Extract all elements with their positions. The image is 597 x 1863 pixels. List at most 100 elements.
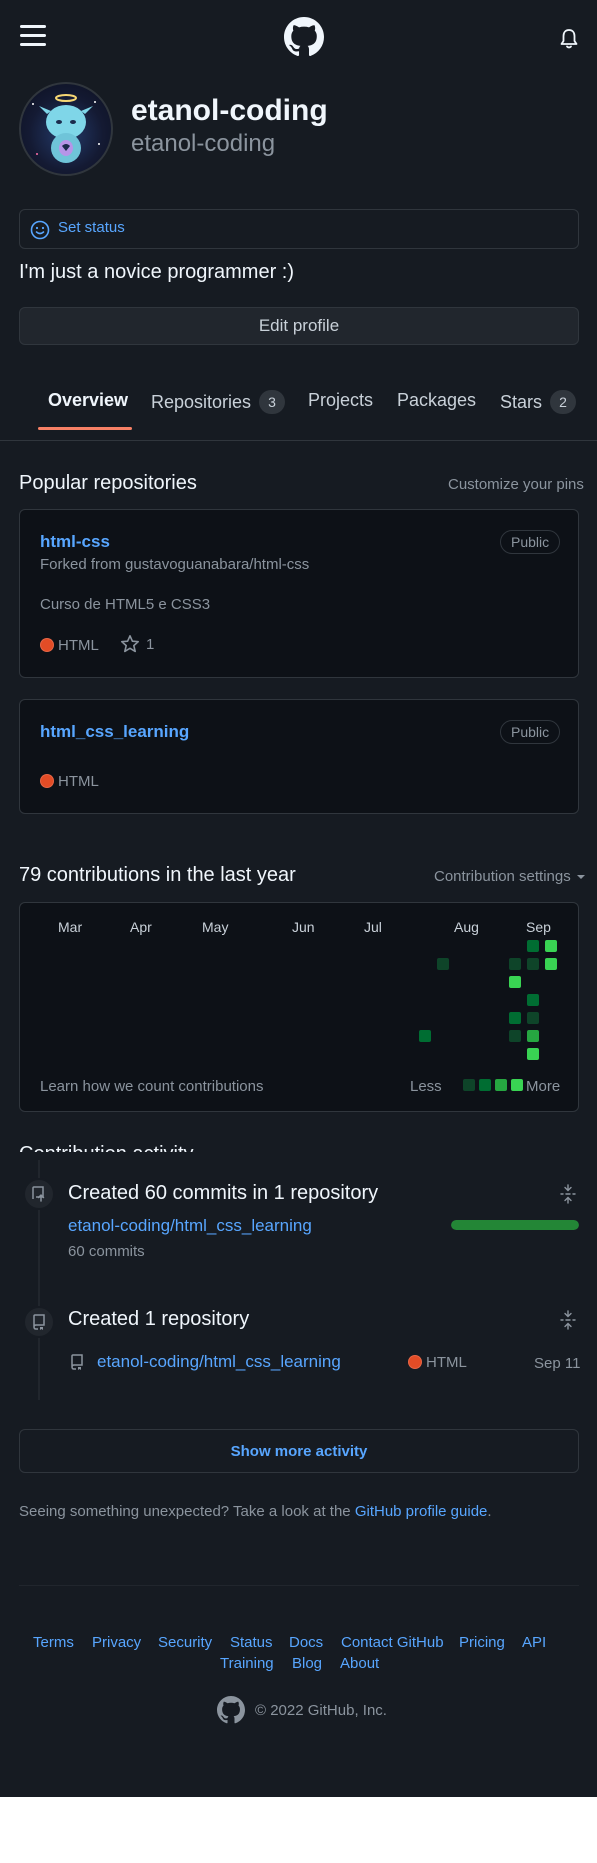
tab-overview[interactable]: Overview	[48, 390, 128, 411]
footer-link-contact[interactable]: Contact GitHub	[341, 1634, 444, 1651]
visibility-badge: Public	[500, 720, 561, 744]
avatar[interactable]	[19, 82, 113, 176]
popular-repos-title: Popular repositories	[19, 472, 197, 494]
profile-guide-link[interactable]: GitHub profile guide	[355, 1503, 488, 1520]
tab-projects[interactable]: Projects	[308, 390, 373, 411]
tab-packages-label: Packages	[397, 390, 477, 410]
contribution-day-cell[interactable]	[527, 1048, 539, 1060]
repo-icon	[23, 1306, 55, 1338]
hamburger-icon[interactable]	[20, 25, 46, 47]
profile-username: etanol-coding	[131, 130, 276, 157]
edit-profile-button[interactable]: Edit profile	[19, 307, 579, 345]
tab-repositories-label: Repositories	[151, 391, 252, 412]
contribution-settings-dropdown[interactable]: Contribution settings	[434, 868, 587, 885]
activity-sticky-cover	[0, 1152, 597, 1176]
repo-language: HTML	[40, 637, 99, 654]
contribution-day-cell[interactable]	[437, 958, 449, 970]
repo-name-link[interactable]: html-css	[40, 532, 110, 552]
month-label: Mar	[58, 919, 83, 935]
show-more-activity-button[interactable]: Show more activity	[19, 1429, 579, 1473]
contribution-day-cell[interactable]	[527, 1012, 539, 1024]
repo-language-label: HTML	[426, 1354, 467, 1371]
footer-copyright: © 2022 GitHub, Inc.	[255, 1702, 387, 1719]
tab-overview-underline	[38, 427, 132, 430]
forked-from-text[interactable]: Forked from gustavoguanabara/html-css	[40, 556, 309, 573]
fold-icon[interactable]	[559, 1184, 577, 1204]
guide-period: .	[487, 1503, 492, 1520]
commit-progress-track	[451, 1220, 579, 1230]
contribution-day-cell[interactable]	[527, 1030, 539, 1042]
footer-link-api[interactable]: API	[522, 1634, 546, 1651]
fold-icon[interactable]	[559, 1310, 577, 1330]
legend-level-1	[463, 1079, 475, 1091]
footer-link-docs[interactable]: Docs	[289, 1634, 323, 1651]
tab-packages[interactable]: Packages	[397, 390, 476, 411]
repo-name-link[interactable]: html_css_learning	[40, 722, 189, 742]
profile-display-name: etanol-coding	[131, 94, 328, 127]
contribution-day-cell[interactable]	[509, 976, 521, 988]
activity-repo-link[interactable]: etanol-coding/html_css_learning	[68, 1216, 312, 1236]
month-label: Aug	[454, 919, 479, 935]
customize-pins-link[interactable]: Customize your pins	[448, 476, 584, 493]
repo-icon	[68, 1353, 86, 1371]
repo-card: html-css Public Forked from gustavoguana…	[19, 509, 579, 678]
footer-link-terms[interactable]: Terms	[33, 1634, 74, 1651]
footer-link-about[interactable]: About	[340, 1655, 379, 1672]
unexpected-text: Seeing something unexpected? Take a look…	[19, 1503, 351, 1520]
footer-github-logo-icon[interactable]	[217, 1696, 245, 1724]
contribution-day-cell[interactable]	[419, 1030, 431, 1042]
repo-language: HTML	[40, 773, 99, 790]
html-language-dot	[408, 1355, 422, 1369]
contributions-title: 79 contributions in the last year	[19, 864, 296, 886]
month-label: May	[202, 919, 229, 935]
tab-stars[interactable]: Stars 2	[500, 390, 577, 414]
month-label: Apr	[130, 919, 152, 935]
footer-link-privacy[interactable]: Privacy	[92, 1634, 141, 1651]
repo-stars-count: 1	[146, 635, 155, 653]
contribution-day-cell[interactable]	[527, 940, 539, 952]
repo-language: HTML	[408, 1354, 467, 1371]
github-logo-icon[interactable]	[284, 17, 324, 57]
commit-count-link[interactable]: 60 commits	[68, 1243, 145, 1260]
contribution-day-cell[interactable]	[545, 940, 557, 952]
footer-link-status[interactable]: Status	[230, 1634, 273, 1651]
repo-description: Curso de HTML5 e CSS3	[40, 596, 211, 613]
activity-item-title: Created 60 commits in 1 repository	[68, 1182, 379, 1204]
contribution-day-cell[interactable]	[509, 1012, 521, 1024]
repo-stars[interactable]: 1	[120, 634, 154, 654]
star-icon	[121, 635, 139, 653]
month-label: Sep	[526, 919, 551, 935]
footer-link-pricing[interactable]: Pricing	[459, 1634, 505, 1651]
profile-page: etanol-coding etanol-coding Set status I…	[0, 0, 597, 1797]
repo-push-icon	[23, 1178, 55, 1210]
tab-repositories[interactable]: Repositories 3	[151, 390, 286, 414]
activity-date: Sep 11	[534, 1355, 581, 1372]
contribution-day-cell[interactable]	[527, 994, 539, 1006]
set-status-label: Set status	[58, 219, 125, 236]
tab-stars-count: 2	[550, 390, 577, 414]
legend-level-3	[495, 1079, 507, 1091]
activity-repo-link[interactable]: etanol-coding/html_css_learning	[97, 1352, 341, 1372]
contribution-day-cell[interactable]	[545, 958, 557, 970]
contribution-day-cell[interactable]	[527, 958, 539, 970]
tab-projects-label: Projects	[308, 390, 374, 410]
smiley-icon	[30, 220, 50, 240]
set-status-button[interactable]: Set status	[19, 209, 579, 249]
contribution-day-cell[interactable]	[509, 1030, 521, 1042]
triangle-down-icon	[576, 874, 585, 879]
footer-divider	[19, 1585, 579, 1586]
footer-link-security[interactable]: Security	[158, 1634, 212, 1651]
month-label: Jul	[364, 919, 382, 935]
contribution-graph: Mar Apr May Jun Jul Aug Sep Learn how we…	[19, 902, 579, 1112]
repo-language-label: HTML	[58, 637, 99, 654]
footer-link-blog[interactable]: Blog	[292, 1655, 322, 1672]
html-language-dot	[40, 638, 54, 652]
bell-icon[interactable]	[559, 28, 579, 50]
learn-contributions-link[interactable]: Learn how we count contributions	[40, 1078, 263, 1095]
contribution-settings-label: Contribution settings	[434, 868, 571, 885]
legend-level-2	[479, 1079, 491, 1091]
repo-card: html_css_learning Public HTML	[19, 699, 579, 814]
tab-repositories-count: 3	[259, 390, 286, 414]
contribution-day-cell[interactable]	[509, 958, 521, 970]
footer-link-training[interactable]: Training	[220, 1655, 274, 1672]
